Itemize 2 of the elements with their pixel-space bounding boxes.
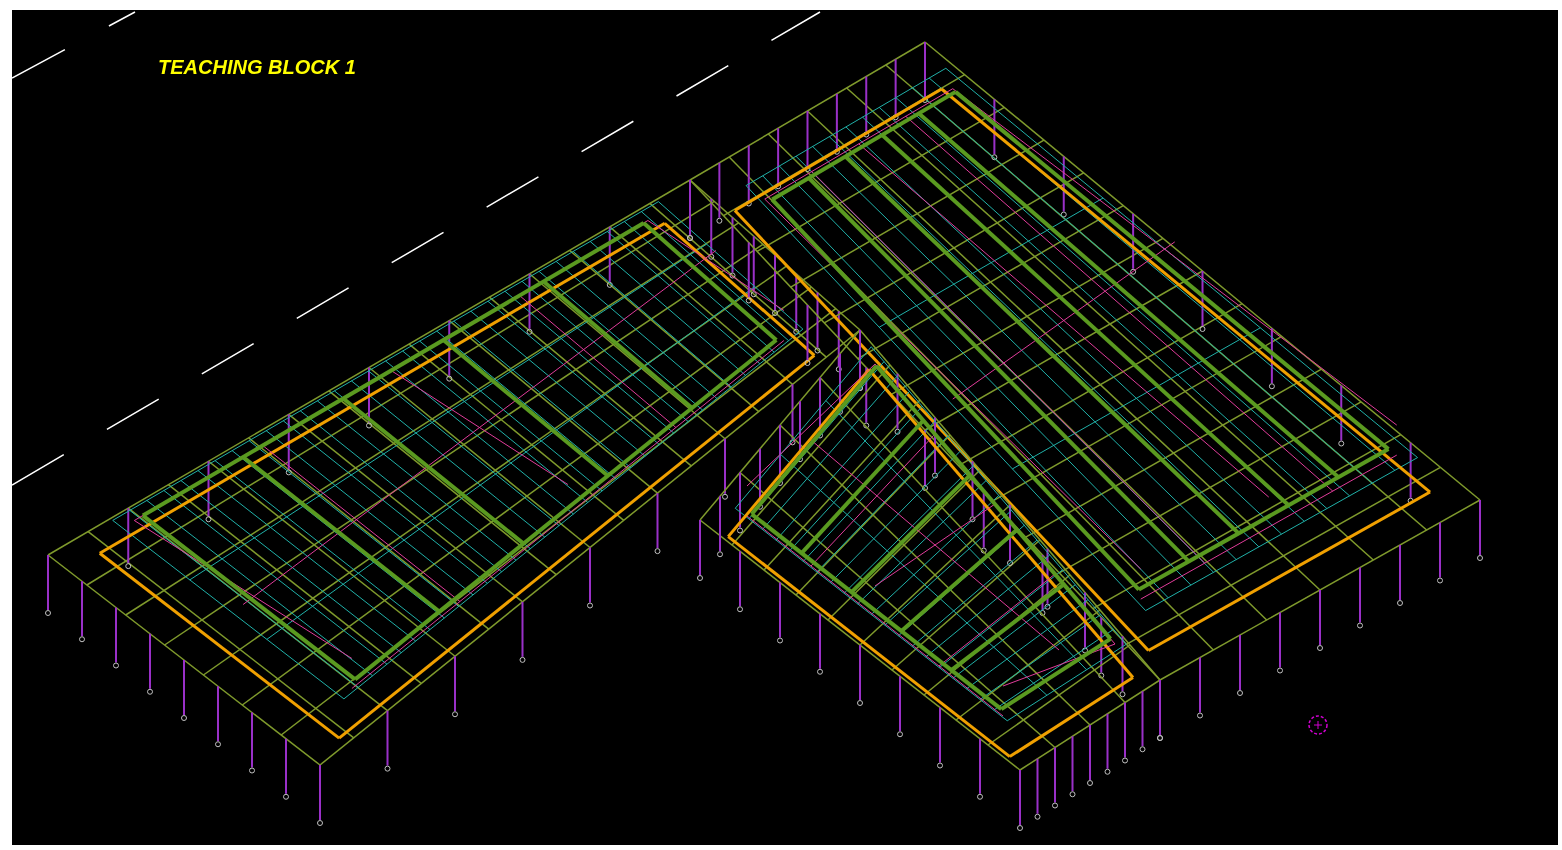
crosshair-circle-icon — [1308, 715, 1328, 735]
drawing-title: TEACHING BLOCK 1 — [158, 55, 356, 80]
